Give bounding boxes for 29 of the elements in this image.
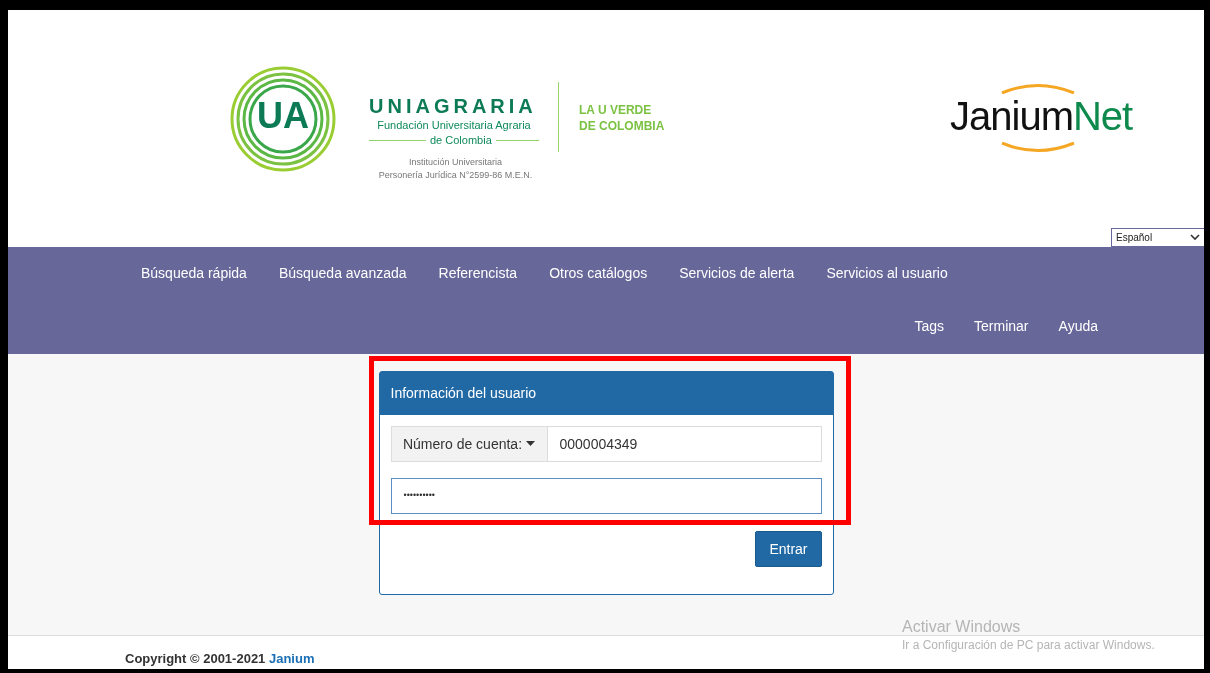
nav-link[interactable]: Servicios de alerta [663,262,811,284]
password-field[interactable]: •••••••••• [390,478,822,514]
caret-icon [526,441,536,447]
activation-title: Activar Windows [902,617,1022,637]
activation-text: Ir a Configuración de PC para activar Windows. [902,637,1155,653]
logo-initials: UA [256,98,310,134]
nav-link[interactable]: Referencista [422,262,534,284]
logo-name: UNIAGRARIA [369,96,537,116]
nav-link[interactable]: Otros catálogos [533,262,664,284]
logo-emblem-icon [230,66,336,172]
language-select[interactable]: Español [1111,228,1204,247]
brand-logo: JaniumNet [950,96,1133,136]
panel-title: Información del usuario [379,372,833,415]
nav-link[interactable]: Ayuda [1043,316,1113,337]
submit-button[interactable]: Entrar [755,531,822,567]
chevron-down-icon [1190,234,1200,241]
nav-link[interactable]: Servicios al usuario [810,262,964,284]
account-number-field[interactable]: 0000004349 [547,426,822,462]
nav-link[interactable]: Búsqueda avanzada [262,262,423,284]
account-type-dropdown[interactable]: Número de cuenta: [390,426,548,462]
logo-subtitle: Fundación Universitaria Agraria [376,118,532,132]
janium-link[interactable]: Janium [268,650,315,666]
copyright-text: Copyright © 2001-2021 Janium [125,649,315,668]
nav-link[interactable]: Búsqueda rápida [125,262,263,284]
logo-subtitle: de Colombia [426,133,496,147]
logo-note: Institución Universitaria Personería Jurídica N°2599-86 M.E.N. [377,156,534,182]
nav-link[interactable]: Terminar [959,316,1044,337]
logo-slogan: LA U VERDE DE COLOMBIA [579,102,665,134]
nav-link[interactable]: Tags [899,316,960,337]
